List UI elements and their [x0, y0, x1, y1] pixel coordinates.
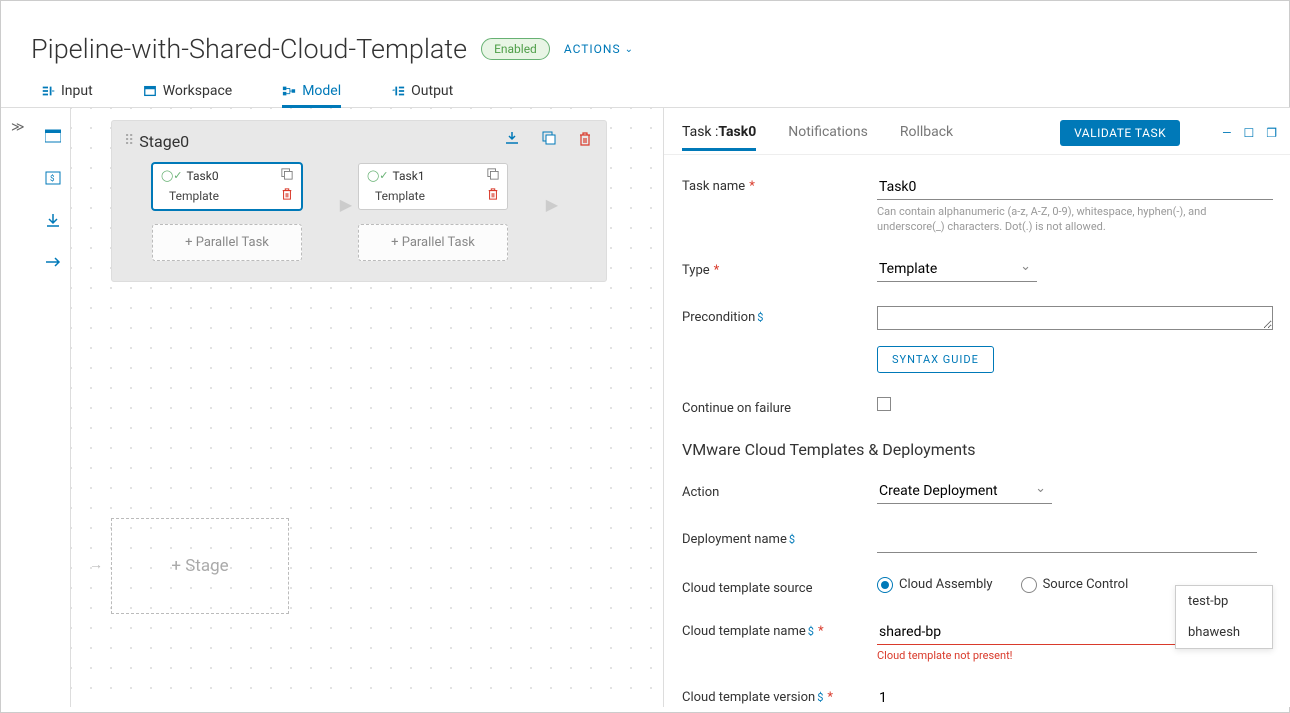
- template-version-label: Cloud template version$*: [682, 686, 877, 705]
- page-title: Pipeline-with-Shared-Cloud-Template: [31, 33, 467, 65]
- add-parallel-task-0[interactable]: + Parallel Task: [152, 224, 302, 261]
- restore-icon[interactable]: ❐: [1266, 126, 1277, 140]
- task-name-label: Task name*: [682, 175, 877, 194]
- tab-workspace[interactable]: Workspace: [143, 83, 233, 107]
- task1-name: Task1: [393, 169, 487, 183]
- check-circle-icon: ◯✓: [161, 169, 183, 182]
- template-source-label: Cloud template source: [682, 577, 877, 596]
- task-card-task1[interactable]: ◯✓ Task1 Template: [358, 163, 508, 210]
- tab-workspace-label: Workspace: [163, 83, 233, 99]
- syntax-guide-button[interactable]: SYNTAX GUIDE: [877, 346, 994, 373]
- task0-name: Task0: [187, 169, 281, 183]
- deployments-section-heading: VMware Cloud Templates & Deployments: [682, 440, 1273, 459]
- template-name-label: Cloud template name$*: [682, 620, 877, 639]
- actions-label: ACTIONS: [564, 42, 621, 56]
- workspace-icon: [143, 84, 157, 98]
- copy-task-icon[interactable]: [281, 168, 293, 183]
- validate-task-button[interactable]: VALIDATE TASK: [1060, 120, 1180, 146]
- flow-out-icon: ▶: [546, 195, 558, 214]
- delete-task1-icon[interactable]: [487, 187, 499, 205]
- layout-icon[interactable]: [41, 126, 65, 146]
- radio-source-control-label: Source Control: [1043, 577, 1129, 592]
- dropdown-item-test-bp[interactable]: test-bp: [1176, 586, 1272, 617]
- task-name-field[interactable]: [877, 175, 1273, 200]
- radio-source-control[interactable]: Source Control: [1021, 577, 1129, 593]
- check-circle-icon: ◯✓: [367, 169, 389, 182]
- actions-menu[interactable]: ACTIONS ⌄: [564, 42, 634, 56]
- task-name-hint: Can contain alphanumeric (a-z, A-Z, 0-9)…: [877, 204, 1273, 235]
- stage-title: Stage0: [139, 132, 504, 151]
- type-select[interactable]: [877, 259, 1037, 282]
- copy-stage-icon[interactable]: [542, 131, 556, 151]
- expand-icon[interactable]: ≫: [11, 120, 25, 135]
- radio-dot-icon: [877, 577, 893, 593]
- template-version-field[interactable]: [877, 686, 1273, 707]
- tab-model[interactable]: Model: [282, 83, 341, 107]
- panel-tab-rollback[interactable]: Rollback: [900, 124, 953, 150]
- panel-tab-task[interactable]: Task :Task0: [682, 124, 756, 150]
- flow-out-icon: ▶: [340, 195, 352, 214]
- flow-in-icon: →: [89, 556, 103, 573]
- action-select[interactable]: [877, 481, 1052, 504]
- minimize-icon[interactable]: —: [1222, 126, 1231, 140]
- radio-cloud-assembly[interactable]: Cloud Assembly: [877, 577, 993, 593]
- panel-tab-task-prefix: Task :: [682, 124, 718, 140]
- type-label: Type*: [682, 259, 877, 278]
- deployment-name-label: Deployment name$: [682, 528, 877, 547]
- panel-tab-notifications[interactable]: Notifications: [788, 124, 868, 150]
- var-icon[interactable]: $: [41, 168, 65, 188]
- task0-type: Template: [169, 189, 281, 203]
- action-label: Action: [682, 481, 877, 500]
- tab-output-label: Output: [411, 83, 453, 99]
- continue-label: Continue on failure: [682, 397, 877, 416]
- deployment-name-field[interactable]: [877, 528, 1257, 553]
- add-parallel-task-1[interactable]: + Parallel Task: [358, 224, 508, 261]
- drag-handle-icon[interactable]: ⠿: [124, 133, 131, 149]
- tab-output[interactable]: Output: [391, 83, 453, 107]
- precondition-label: Precondition$: [682, 306, 877, 325]
- chevron-down-icon: ⌄: [625, 44, 634, 55]
- task-details-panel: Task :Task0 Notifications Rollback VALID…: [663, 108, 1290, 707]
- maximize-icon[interactable]: ☐: [1243, 126, 1254, 140]
- output-icon: [391, 84, 405, 98]
- task1-type: Template: [375, 189, 487, 203]
- add-stage-button[interactable]: + Stage: [111, 518, 289, 614]
- input-icon: [41, 84, 55, 98]
- download-icon[interactable]: [41, 210, 65, 230]
- copy-task-icon[interactable]: [487, 168, 499, 183]
- delete-stage-icon[interactable]: [578, 131, 592, 151]
- arrow-right-icon[interactable]: [41, 252, 65, 272]
- status-badge: Enabled: [481, 38, 550, 60]
- dropdown-item-bhawesh[interactable]: bhawesh: [1176, 617, 1272, 648]
- panel-tab-task-name: Task0: [718, 124, 756, 140]
- precondition-field[interactable]: [877, 306, 1273, 330]
- delete-task0-icon[interactable]: [281, 187, 293, 205]
- template-name-error: Cloud template not present!: [877, 649, 1273, 662]
- download-stage-icon[interactable]: [504, 131, 520, 151]
- task-card-task0[interactable]: ◯✓ Task0 Template: [152, 163, 302, 210]
- model-icon: [282, 84, 296, 98]
- stage-0[interactable]: ⠿ Stage0 ◯✓ Task0: [111, 120, 607, 282]
- svg-text:$: $: [50, 174, 55, 183]
- continue-checkbox[interactable]: [877, 397, 891, 411]
- radio-dot-icon: [1021, 577, 1037, 593]
- tab-model-label: Model: [302, 83, 341, 99]
- radio-cloud-assembly-label: Cloud Assembly: [899, 577, 993, 592]
- tab-input-label: Input: [61, 83, 93, 99]
- tab-input[interactable]: Input: [41, 83, 93, 107]
- pipeline-canvas[interactable]: ⠿ Stage0 ◯✓ Task0: [71, 108, 663, 707]
- template-dropdown: test-bp bhawesh: [1175, 585, 1273, 649]
